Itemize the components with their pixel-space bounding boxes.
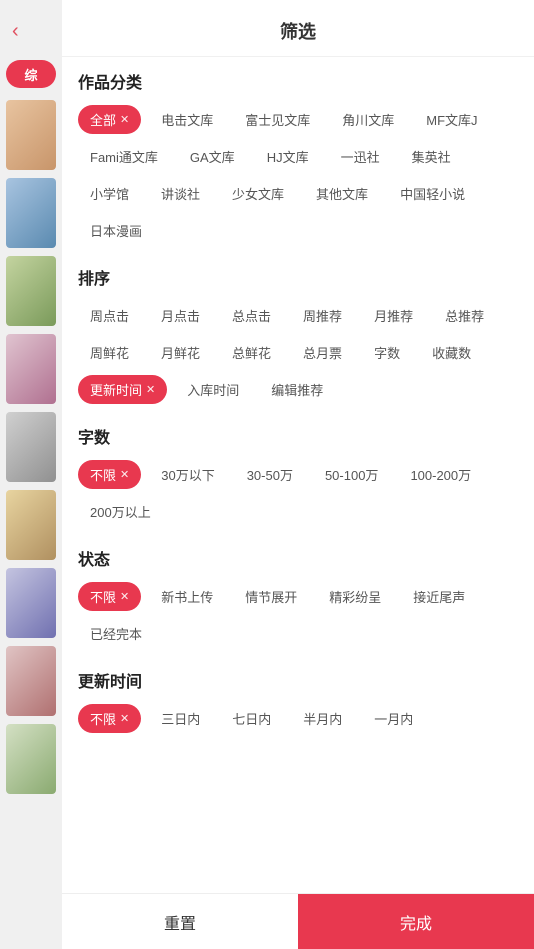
sidebar: 综: [0, 0, 62, 949]
wordcount-tags: 不限 ✕ 30万以下 30-50万 50-100万 100-200万 200万以…: [78, 460, 518, 526]
tag-status-5[interactable]: 已经完本: [78, 619, 154, 648]
status-section: 状态 不限 ✕ 新书上传 情节展开 精彩纷呈 接近尾声 已经完本: [78, 546, 518, 648]
tag-sort-6[interactable]: 周鲜花: [78, 338, 141, 367]
tag-wordcount-1[interactable]: 30万以下: [149, 460, 226, 489]
tag-sort-10[interactable]: 字数: [362, 338, 412, 367]
tag-status-1[interactable]: 新书上传: [149, 582, 225, 611]
tag-sort-8[interactable]: 总鲜花: [220, 338, 283, 367]
sort-tags: 周点击 月点击 总点击 周推荐 月推荐 总推荐 周鲜花 月鲜花 总鲜花 总月票 …: [78, 301, 518, 404]
main-panel: 筛选 作品分类 全部 ✕ 电击文库 富士见文库 角川文库 MF文库J Fami通…: [62, 0, 534, 949]
tag-sort-12[interactable]: 更新时间 ✕: [78, 375, 167, 404]
tag-sort-14[interactable]: 编辑推荐: [259, 375, 335, 404]
tag-category-7[interactable]: HJ文库: [255, 142, 321, 171]
tag-wordcount-2[interactable]: 30-50万: [235, 460, 305, 489]
sidebar-book-7[interactable]: [6, 568, 56, 638]
tag-category-4[interactable]: MF文库J: [414, 105, 489, 134]
tag-wordcount-4[interactable]: 100-200万: [398, 460, 483, 489]
tag-updatetime-2[interactable]: 七日内: [220, 704, 283, 733]
filter-content: 作品分类 全部 ✕ 电击文库 富士见文库 角川文库 MF文库J Fami通文库 …: [62, 57, 534, 893]
back-button[interactable]: ‹: [12, 20, 19, 43]
tag-updatetime-4[interactable]: 一月内: [362, 704, 425, 733]
tag-sort-3[interactable]: 周推荐: [291, 301, 354, 330]
tag-category-11[interactable]: 讲谈社: [149, 179, 212, 208]
tag-sort-0[interactable]: 周点击: [78, 301, 141, 330]
status-title: 状态: [78, 546, 518, 570]
tag-category-13[interactable]: 其他文库: [304, 179, 380, 208]
sort-section: 排序 周点击 月点击 总点击 周推荐 月推荐 总推荐 周鲜花 月鲜花 总鲜花 总…: [78, 265, 518, 404]
tag-updatetime-0[interactable]: 不限 ✕: [78, 704, 141, 733]
sidebar-book-1[interactable]: [6, 100, 56, 170]
tag-category-9[interactable]: 集英社: [400, 142, 463, 171]
status-tags: 不限 ✕ 新书上传 情节展开 精彩纷呈 接近尾声 已经完本: [78, 582, 518, 648]
tag-category-6[interactable]: GA文库: [178, 142, 247, 171]
tag-category-0[interactable]: 全部 ✕: [78, 105, 141, 134]
footer: 重置 完成: [62, 893, 534, 949]
sidebar-book-8[interactable]: [6, 646, 56, 716]
tag-sort-2[interactable]: 总点击: [220, 301, 283, 330]
reset-button[interactable]: 重置: [62, 894, 298, 949]
updatetime-tags: 不限 ✕ 三日内 七日内 半月内 一月内: [78, 704, 518, 733]
sidebar-book-6[interactable]: [6, 490, 56, 560]
tag-category-2[interactable]: 富士见文库: [233, 105, 322, 134]
page-title: 筛选: [280, 22, 316, 42]
tag-updatetime-3[interactable]: 半月内: [291, 704, 354, 733]
updatetime-section: 更新时间 不限 ✕ 三日内 七日内 半月内 一月内: [78, 668, 518, 733]
sidebar-content: 综: [0, 0, 62, 794]
sidebar-book-5[interactable]: [6, 412, 56, 482]
tag-sort-13[interactable]: 入库时间: [175, 375, 251, 404]
tag-category-1[interactable]: 电击文库: [149, 105, 225, 134]
updatetime-title: 更新时间: [78, 668, 518, 692]
tag-wordcount-3[interactable]: 50-100万: [313, 460, 390, 489]
tag-sort-9[interactable]: 总月票: [291, 338, 354, 367]
wordcount-section: 字数 不限 ✕ 30万以下 30-50万 50-100万 100-200万 20…: [78, 424, 518, 526]
confirm-button[interactable]: 完成: [298, 894, 534, 949]
tag-sort-5[interactable]: 总推荐: [433, 301, 496, 330]
sidebar-book-9[interactable]: [6, 724, 56, 794]
sidebar-book-2[interactable]: [6, 178, 56, 248]
category-tags: 全部 ✕ 电击文库 富士见文库 角川文库 MF文库J Fami通文库 GA文库 …: [78, 105, 518, 245]
sidebar-book-3[interactable]: [6, 256, 56, 326]
tag-wordcount-0[interactable]: 不限 ✕: [78, 460, 141, 489]
sidebar-active-tab[interactable]: 综: [6, 60, 56, 88]
tag-status-2[interactable]: 情节展开: [233, 582, 309, 611]
tag-status-3[interactable]: 精彩纷呈: [317, 582, 393, 611]
tag-sort-4[interactable]: 月推荐: [362, 301, 425, 330]
tag-category-10[interactable]: 小学馆: [78, 179, 141, 208]
tag-wordcount-5[interactable]: 200万以上: [78, 497, 163, 526]
wordcount-title: 字数: [78, 424, 518, 448]
category-section: 作品分类 全部 ✕ 电击文库 富士见文库 角川文库 MF文库J Fami通文库 …: [78, 69, 518, 245]
tag-category-14[interactable]: 中国轻小说: [388, 179, 477, 208]
tag-category-5[interactable]: Fami通文库: [78, 142, 170, 171]
tag-category-15[interactable]: 日本漫画: [78, 216, 154, 245]
sort-title: 排序: [78, 265, 518, 289]
tag-category-12[interactable]: 少女文库: [220, 179, 296, 208]
tag-status-4[interactable]: 接近尾声: [401, 582, 477, 611]
tag-category-8[interactable]: 一迅社: [329, 142, 392, 171]
tag-status-0[interactable]: 不限 ✕: [78, 582, 141, 611]
tag-category-3[interactable]: 角川文库: [330, 105, 406, 134]
category-title: 作品分类: [78, 69, 518, 93]
filter-header: 筛选: [62, 0, 534, 57]
tag-sort-1[interactable]: 月点击: [149, 301, 212, 330]
tag-sort-11[interactable]: 收藏数: [420, 338, 483, 367]
sidebar-book-4[interactable]: [6, 334, 56, 404]
tag-updatetime-1[interactable]: 三日内: [149, 704, 212, 733]
tag-sort-7[interactable]: 月鲜花: [149, 338, 212, 367]
